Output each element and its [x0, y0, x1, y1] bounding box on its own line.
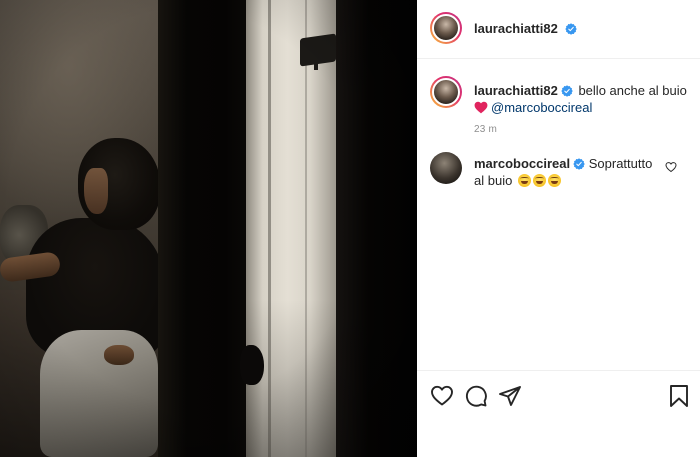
caption-avatar[interactable] — [430, 76, 462, 108]
comment-username[interactable]: marcoboccireal — [474, 156, 570, 171]
header-divider — [417, 58, 700, 59]
post-timestamp[interactable]: 23 m — [474, 124, 497, 135]
red-heart-emoji — [474, 101, 488, 114]
caption-username[interactable]: laurachiatti82 — [474, 83, 558, 98]
laughing-tears-emoji — [547, 174, 561, 187]
caption-mention-link[interactable]: @marcoboccireal — [491, 100, 592, 115]
post-action-bar — [417, 378, 700, 412]
heart-icon[interactable] — [430, 384, 454, 408]
comment-like-heart-icon[interactable] — [665, 161, 677, 173]
verified-badge-icon — [561, 85, 573, 97]
author-avatar[interactable] — [430, 12, 462, 44]
laughing-tears-emoji — [532, 174, 546, 187]
post-photo[interactable] — [0, 0, 417, 457]
photo-vignette — [0, 0, 417, 457]
post-caption: laurachiatti82 bello anche al buio @marc… — [474, 82, 688, 116]
comment-icon[interactable] — [464, 384, 488, 408]
commenter-avatar[interactable] — [430, 152, 462, 184]
send-icon[interactable] — [498, 384, 522, 408]
post-header-user: laurachiatti82 — [474, 20, 578, 38]
verified-badge-icon — [573, 158, 585, 170]
caption-text: bello anche al buio — [578, 83, 687, 98]
verified-badge-icon — [565, 23, 578, 35]
comment-item: marcoboccireal Soprattutto al buio — [474, 155, 664, 189]
laughing-tears-emoji — [517, 174, 531, 187]
author-username[interactable]: laurachiatti82 — [474, 21, 558, 36]
bookmark-icon[interactable] — [667, 384, 691, 408]
actions-divider — [417, 370, 700, 371]
